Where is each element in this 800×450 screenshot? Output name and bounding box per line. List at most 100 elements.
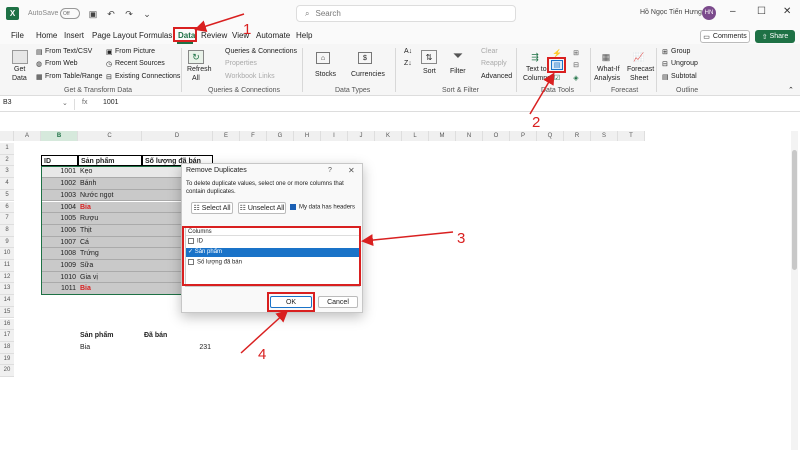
what-if-line1[interactable]: What-If bbox=[597, 66, 620, 73]
existing-connections[interactable]: Existing Connections bbox=[115, 73, 180, 80]
advanced-button[interactable]: Advanced bbox=[481, 73, 512, 80]
text-to-columns-line2[interactable]: Columns bbox=[523, 75, 551, 82]
tab-home[interactable]: Home bbox=[36, 31, 57, 40]
row-header[interactable]: 14 bbox=[0, 295, 14, 307]
customize-toolbar-icon[interactable]: ⌄ bbox=[140, 7, 154, 21]
column-header[interactable]: G bbox=[267, 131, 294, 141]
help-icon[interactable]: ? bbox=[328, 167, 332, 174]
recent-sources[interactable]: Recent Sources bbox=[115, 60, 165, 67]
tab-review[interactable]: Review bbox=[201, 31, 227, 40]
row-header[interactable]: 19 bbox=[0, 353, 14, 366]
forecast-line1[interactable]: Forecast bbox=[627, 66, 654, 73]
close-icon[interactable]: ✕ bbox=[783, 6, 791, 17]
name-box-dropdown-icon[interactable]: ⌄ bbox=[62, 99, 68, 107]
row-header[interactable]: 15 bbox=[0, 306, 14, 319]
share-button[interactable]: ⇧ Share bbox=[755, 30, 795, 43]
row-header[interactable]: 13 bbox=[0, 283, 14, 296]
tab-insert[interactable]: Insert bbox=[64, 31, 84, 40]
has-headers-checkbox[interactable]: My data has headers bbox=[290, 204, 355, 211]
save-icon[interactable]: ▣ bbox=[86, 7, 100, 21]
row-header[interactable]: 9 bbox=[0, 236, 14, 249]
column-header[interactable]: R bbox=[564, 131, 591, 141]
autosave-toggle[interactable]: Off bbox=[60, 8, 80, 19]
row-header[interactable]: 12 bbox=[0, 271, 14, 284]
refresh-all-line2[interactable]: All bbox=[192, 75, 200, 82]
unselect-all-button[interactable]: ☷ Unselect All bbox=[238, 202, 286, 214]
forecast-line2[interactable]: Sheet bbox=[630, 75, 648, 82]
minimize-icon[interactable]: – bbox=[730, 6, 736, 17]
from-web[interactable]: From Web bbox=[45, 60, 78, 67]
row-header[interactable]: 7 bbox=[0, 213, 14, 225]
currencies-button[interactable]: Currencies bbox=[351, 71, 385, 78]
summary-product[interactable]: Bia bbox=[78, 342, 142, 354]
tab-automate[interactable]: Automate bbox=[256, 31, 290, 40]
column-header[interactable]: L bbox=[402, 131, 429, 141]
select-all-button[interactable]: ☷ Select All bbox=[191, 202, 233, 214]
data-validation-icon[interactable]: ☑ bbox=[551, 73, 563, 83]
search-box[interactable]: ⌕ Search bbox=[296, 5, 516, 22]
column-header[interactable]: K bbox=[375, 131, 402, 141]
column-header[interactable]: N bbox=[456, 131, 483, 141]
column-header[interactable]: D bbox=[142, 131, 213, 141]
table-header-cell[interactable]: Sản phẩm bbox=[78, 154, 142, 167]
table-header-cell[interactable]: ID bbox=[41, 154, 78, 167]
column-header[interactable]: S bbox=[591, 131, 618, 141]
get-data-line1[interactable]: Get bbox=[14, 66, 25, 73]
fx-icon[interactable]: fx bbox=[82, 99, 87, 106]
summary-header-product[interactable]: Sản phẩm bbox=[78, 330, 142, 342]
column-header[interactable]: C bbox=[78, 131, 142, 141]
stocks-button[interactable]: Stocks bbox=[315, 71, 336, 78]
from-text-csv[interactable]: From Text/CSV bbox=[45, 48, 92, 55]
summary-header-sold[interactable]: Đã bán bbox=[142, 330, 213, 342]
tab-file[interactable]: File bbox=[11, 31, 24, 40]
filter-button[interactable]: Filter bbox=[450, 68, 466, 75]
group-button[interactable]: Group bbox=[671, 48, 690, 55]
collapse-ribbon-icon[interactable]: ⌃ bbox=[788, 86, 794, 94]
column-header[interactable]: J bbox=[348, 131, 375, 141]
consolidate-icon[interactable]: ⊞ bbox=[570, 48, 582, 58]
row-header[interactable]: 18 bbox=[0, 341, 14, 354]
ungroup-button[interactable]: Ungroup bbox=[671, 60, 698, 67]
subtotal-button[interactable]: Subtotal bbox=[671, 73, 697, 80]
column-header[interactable]: Q bbox=[537, 131, 564, 141]
tab-formulas[interactable]: Formulas bbox=[139, 31, 172, 40]
row-header[interactable]: 6 bbox=[0, 201, 14, 214]
column-header[interactable]: T bbox=[618, 131, 645, 141]
get-data-line2[interactable]: Data bbox=[12, 75, 27, 82]
scrollbar-thumb[interactable] bbox=[792, 150, 797, 270]
column-header[interactable]: B bbox=[41, 131, 78, 141]
relationships-icon[interactable]: ⊟ bbox=[570, 60, 582, 70]
formula-input[interactable]: 1001 bbox=[103, 99, 119, 106]
row-header[interactable]: 5 bbox=[0, 189, 14, 202]
what-if-line2[interactable]: Analysis bbox=[594, 75, 620, 82]
column-header[interactable]: A bbox=[14, 131, 41, 141]
queries-connections[interactable]: Queries & Connections bbox=[225, 48, 297, 55]
row-header[interactable]: 11 bbox=[0, 260, 14, 272]
row-header[interactable]: 10 bbox=[0, 248, 14, 260]
row-header[interactable]: 3 bbox=[0, 166, 14, 179]
row-header[interactable]: 1 bbox=[0, 143, 14, 155]
redo-icon[interactable]: ↷ bbox=[122, 7, 136, 21]
column-header[interactable]: E bbox=[213, 131, 240, 141]
row-header[interactable]: 20 bbox=[0, 365, 14, 377]
row-header[interactable]: 2 bbox=[0, 154, 14, 167]
sort-button[interactable]: Sort bbox=[423, 68, 436, 75]
row-header[interactable]: 16 bbox=[0, 318, 14, 331]
text-to-columns-line1[interactable]: Text to bbox=[526, 66, 547, 73]
cancel-button[interactable]: Cancel bbox=[318, 296, 358, 308]
row-header[interactable]: 4 bbox=[0, 178, 14, 190]
column-header[interactable]: P bbox=[510, 131, 537, 141]
sort-za-icon[interactable]: Z↓ bbox=[404, 60, 412, 67]
row-header[interactable]: 17 bbox=[0, 330, 14, 342]
comments-button[interactable]: ▭ Comments bbox=[700, 30, 750, 43]
data-model-icon[interactable]: ◈ bbox=[570, 73, 582, 83]
column-header[interactable]: F bbox=[240, 131, 267, 141]
maximize-icon[interactable]: ☐ bbox=[757, 6, 766, 17]
tab-page-layout[interactable]: Page Layout bbox=[92, 31, 137, 40]
undo-icon[interactable]: ↶ bbox=[104, 7, 118, 21]
from-table-range[interactable]: From Table/Range bbox=[45, 73, 102, 80]
row-header[interactable]: 8 bbox=[0, 224, 14, 237]
column-header[interactable]: M bbox=[429, 131, 456, 141]
sort-az-icon[interactable]: A↓ bbox=[404, 48, 412, 55]
column-header[interactable]: H bbox=[294, 131, 321, 141]
